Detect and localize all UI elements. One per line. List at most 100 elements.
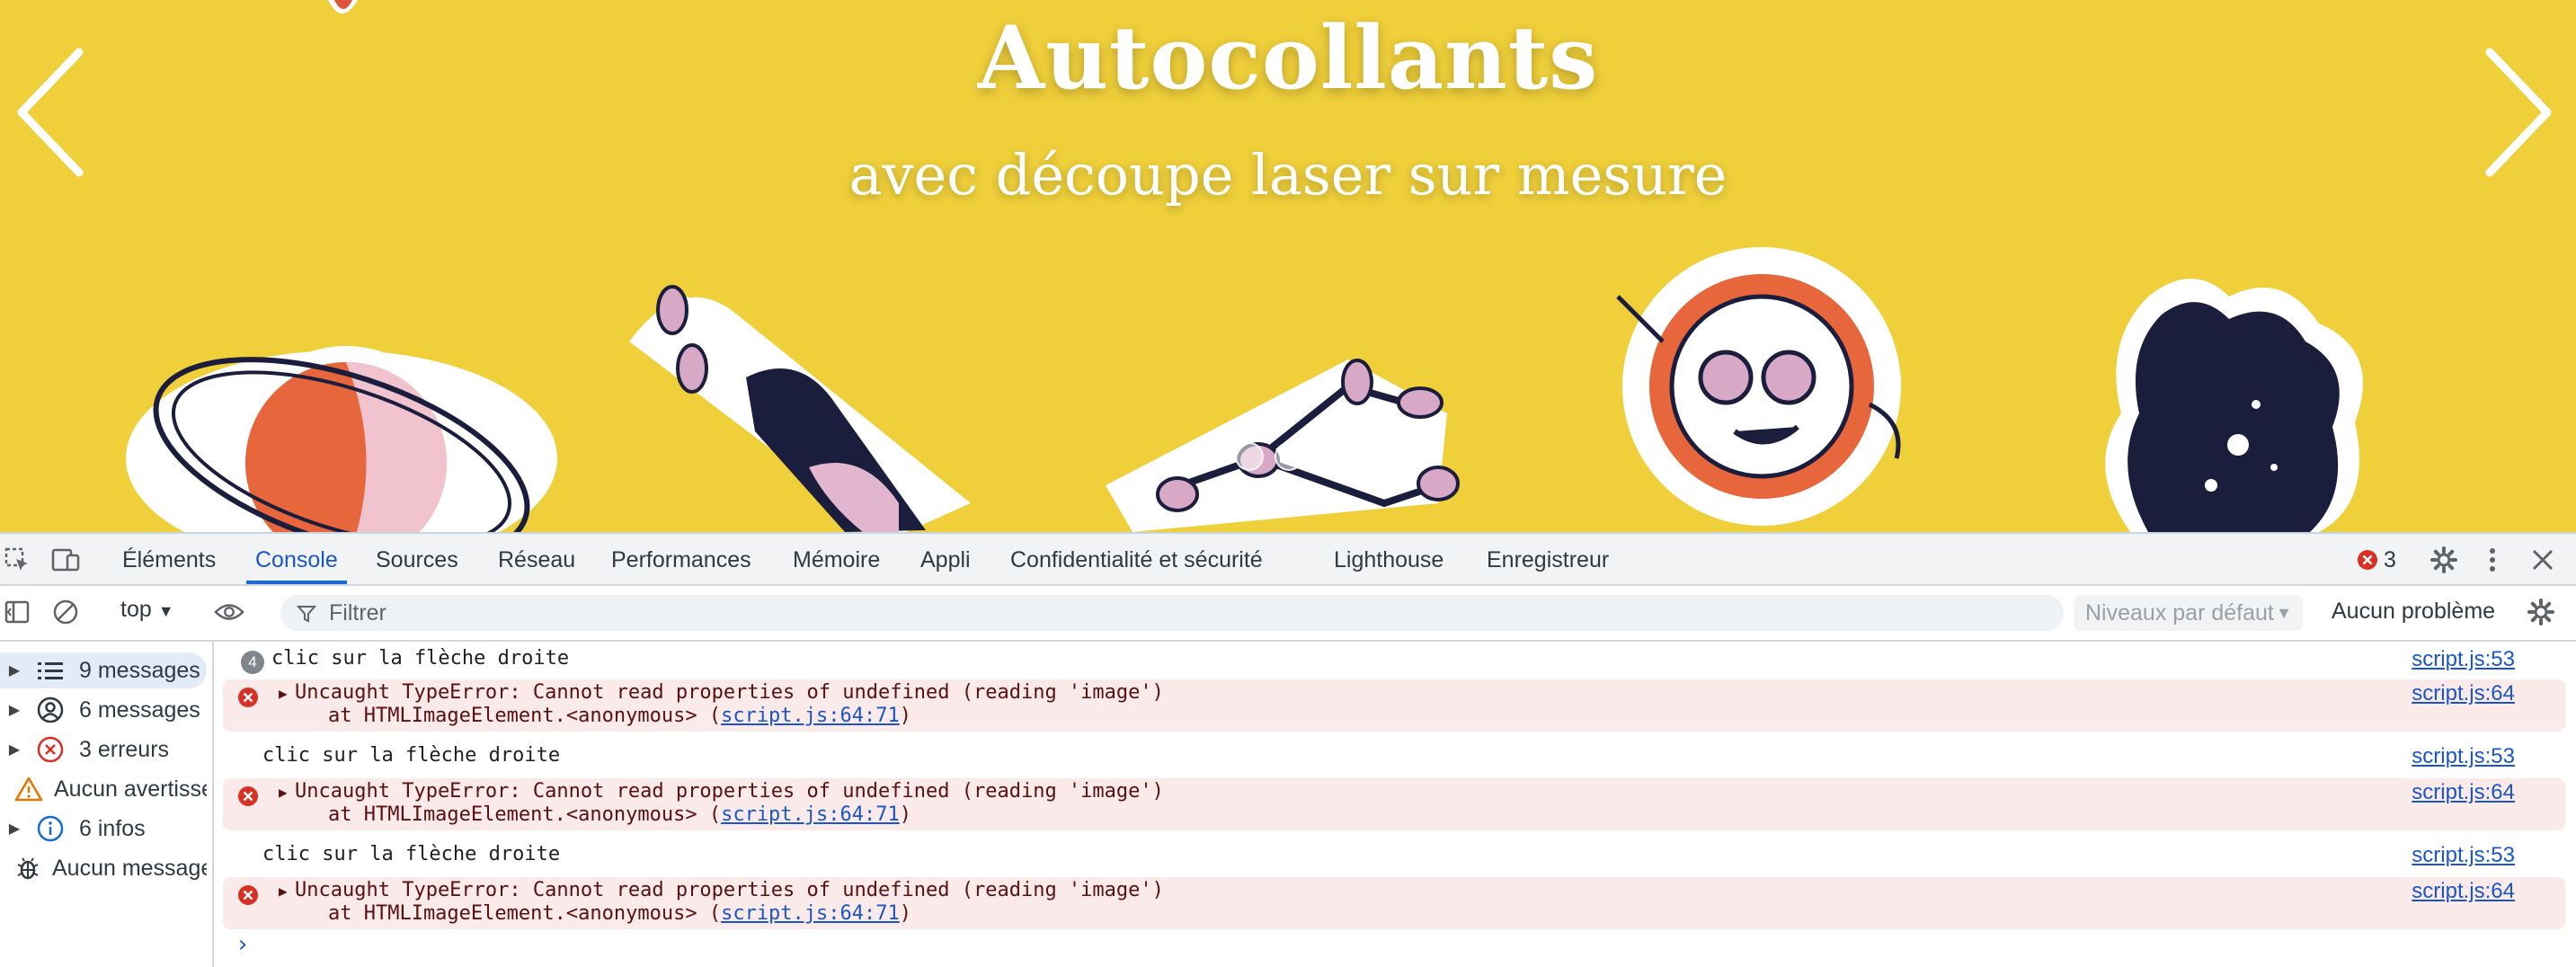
console-log-entry[interactable]: clic sur la flèche droite script.js:53 (223, 841, 2565, 872)
carousel-dot[interactable] (1195, 442, 1224, 471)
error-icon (32, 735, 68, 764)
stack-trace-line: at HTMLImageElement.<anonymous> (script.… (280, 705, 912, 727)
carousel-dot[interactable] (1235, 442, 1264, 471)
expand-arrow-icon[interactable]: ▶ (279, 883, 288, 900)
error-message: Uncaught TypeError: Cannot read properti… (295, 879, 1164, 901)
tab-memory[interactable]: Mémoire (793, 534, 880, 584)
source-link[interactable]: script.js:64 (2412, 879, 2515, 904)
devtools-panel: Éléments Console Sources Réseau Performa… (0, 532, 2576, 967)
more-options-icon[interactable] (2477, 545, 2508, 575)
warning-icon (14, 775, 43, 803)
log-levels-dropdown[interactable]: Niveaux par défaut ▼ (2074, 595, 2303, 631)
planet-sticker (126, 346, 557, 532)
sidebar-toggle-icon[interactable] (2, 597, 32, 627)
context-selector[interactable]: top ▼ (120, 597, 174, 623)
console-error-entry[interactable]: ▶ Uncaught TypeError: Cannot read proper… (223, 679, 2565, 732)
source-link[interactable]: script.js:53 (2412, 843, 2515, 868)
context-label: top (120, 597, 152, 622)
live-expression-eye-icon[interactable] (214, 597, 244, 627)
console-toolbar: top ▼ Niveaux par défaut▼ Aucun problème (0, 586, 2576, 642)
console-error-entry[interactable]: ▶ Uncaught TypeError: Cannot read proper… (223, 778, 2565, 830)
chevron-down-icon: ▼ (2276, 604, 2292, 622)
close-icon[interactable] (2527, 545, 2558, 575)
inspect-element-icon[interactable] (2, 545, 32, 575)
stack-trace-line: at HTMLImageElement.<anonymous> (script.… (280, 902, 912, 925)
console-log-entry[interactable]: 4 clic sur la flèche droite script.js:53 (223, 645, 2565, 676)
stack-trace-link[interactable]: script.js:64:71 (721, 705, 900, 727)
sidebar-item-label: 9 messages (79, 657, 200, 683)
tab-elements[interactable]: Éléments (122, 534, 216, 584)
tab-performance[interactable]: Performances (611, 534, 751, 584)
console-prompt-chevron-icon[interactable]: › (235, 931, 250, 958)
galaxy-sticker (2105, 279, 2363, 532)
sidebar-item-errors[interactable]: ▶ 3 erreurs (0, 732, 207, 767)
console-error-entry[interactable]: ▶ Uncaught TypeError: Cannot read proper… (223, 877, 2565, 929)
device-toolbar-icon[interactable] (50, 545, 81, 575)
clear-console-icon[interactable] (50, 597, 81, 627)
filter-input[interactable] (327, 599, 1949, 627)
filter-box (280, 595, 2064, 631)
error-icon (238, 885, 258, 905)
list-icon (32, 656, 68, 685)
sidebar-item-label: 3 erreurs (79, 736, 170, 762)
source-link[interactable]: script.js:53 (2412, 744, 2515, 769)
sticker-banner: Autocollants avec découpe laser sur mesu… (0, 0, 2576, 532)
expand-arrow-icon[interactable]: ▶ (279, 685, 288, 702)
banner-title: Autocollants (977, 7, 1599, 109)
log-message: clic sur la flèche droite (271, 647, 570, 670)
log-message: clic sur la flèche droite (262, 744, 561, 767)
coffee-sticker (629, 285, 971, 532)
settings-gear-icon[interactable] (2429, 545, 2459, 575)
error-count-badge[interactable]: 3 (2357, 546, 2396, 573)
sidebar-item-label: Aucun avertissement (54, 776, 207, 802)
carousel-dot-active[interactable] (1314, 442, 1343, 471)
sidebar-item-label: 6 messages (79, 696, 200, 723)
console-log-entry[interactable]: clic sur la flèche droite script.js:53 (223, 742, 2565, 773)
log-levels-label: Niveaux par défaut (2085, 600, 2274, 625)
console-sidebar: ▶ 9 messages ▶ 6 messages ▶ 3 erreurs Au… (0, 642, 214, 967)
expand-arrow-icon[interactable]: ▶ (279, 784, 288, 801)
bug-icon (14, 854, 41, 883)
tab-network[interactable]: Réseau (498, 534, 575, 584)
banner-subtitle: avec découpe laser sur mesure (848, 142, 1728, 208)
tab-sources[interactable]: Sources (376, 534, 458, 584)
stack-trace-link[interactable]: script.js:64:71 (721, 803, 900, 826)
issues-status[interactable]: Aucun problème (2332, 599, 2495, 625)
sun-sticker (1616, 247, 1901, 526)
chevron-down-icon: ▼ (157, 602, 174, 620)
stack-trace-link[interactable]: script.js:64:71 (721, 902, 900, 925)
expand-arrow-icon: ▶ (8, 703, 21, 718)
tab-lighthouse[interactable]: Lighthouse (1334, 534, 1443, 584)
next-arrow-icon[interactable] (2474, 45, 2563, 180)
console-settings-gear-icon[interactable] (2526, 597, 2556, 627)
tab-recorder[interactable]: Enregistreur (1487, 534, 1609, 584)
info-icon (32, 814, 68, 843)
source-link[interactable]: script.js:64 (2412, 780, 2515, 805)
sidebar-item-info[interactable]: ▶ 6 infos (0, 811, 207, 847)
user-icon (32, 696, 68, 724)
carousel-dot[interactable] (1275, 442, 1303, 471)
console-log: 4 clic sur la flèche droite script.js:53… (214, 642, 2576, 967)
carousel-dots (1195, 442, 1343, 475)
tab-privacy-security[interactable]: Confidentialité et sécurité (1010, 534, 1263, 584)
error-icon (2358, 550, 2377, 570)
previous-arrow-icon[interactable] (5, 45, 95, 180)
error-message: Uncaught TypeError: Cannot read properti… (295, 780, 1164, 803)
sidebar-item-label: Aucun message de débogage (52, 855, 207, 881)
tab-application[interactable]: Appli (920, 534, 971, 584)
source-link[interactable]: script.js:53 (2412, 647, 2515, 672)
expand-arrow-icon: ▶ (8, 821, 21, 837)
sidebar-item-verbose[interactable]: Aucun message de débogage (0, 850, 207, 886)
tab-console[interactable]: Console (246, 534, 347, 584)
devtools-tabbar: Éléments Console Sources Réseau Performa… (0, 534, 2576, 586)
expand-arrow-icon: ▶ (8, 663, 21, 679)
error-message: Uncaught TypeError: Cannot read properti… (295, 681, 1164, 704)
source-link[interactable]: script.js:64 (2412, 681, 2515, 706)
expand-arrow-icon: ▶ (8, 742, 21, 758)
sidebar-item-warnings[interactable]: Aucun avertissement (0, 771, 207, 807)
sidebar-item-user-messages[interactable]: ▶ 6 messages (0, 692, 207, 728)
sidebar-item-messages[interactable]: ▶ 9 messages (0, 652, 207, 688)
error-icon (238, 786, 258, 806)
log-message: clic sur la flèche droite (262, 843, 561, 865)
sidebar-item-label: 6 infos (79, 815, 146, 841)
